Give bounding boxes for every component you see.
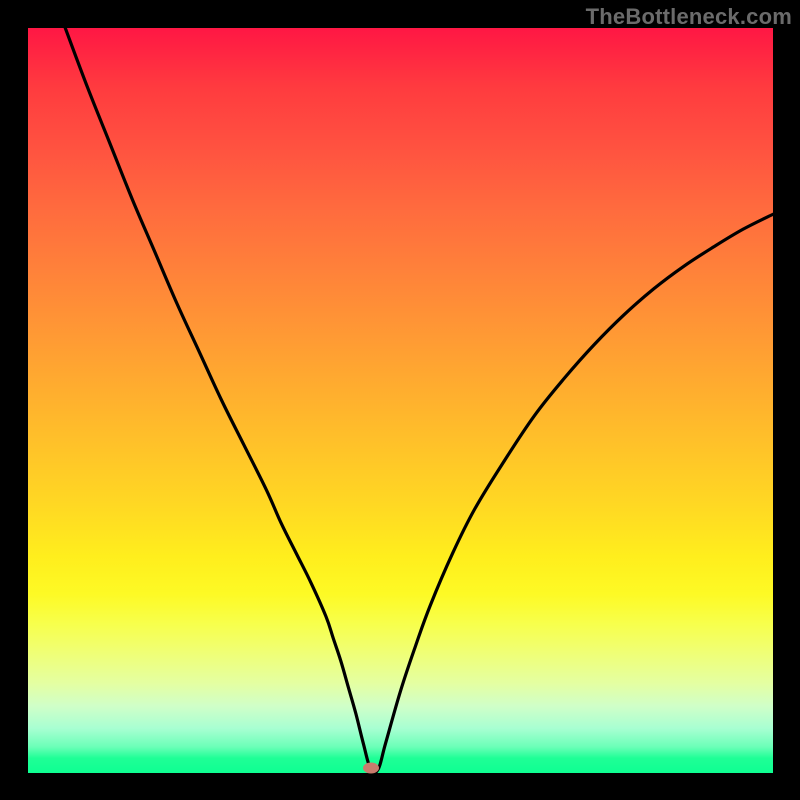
chart-frame: TheBottleneck.com [0, 0, 800, 800]
minimum-point-marker [363, 762, 379, 773]
bottleneck-curve [28, 28, 773, 773]
watermark-label: TheBottleneck.com [586, 4, 792, 30]
